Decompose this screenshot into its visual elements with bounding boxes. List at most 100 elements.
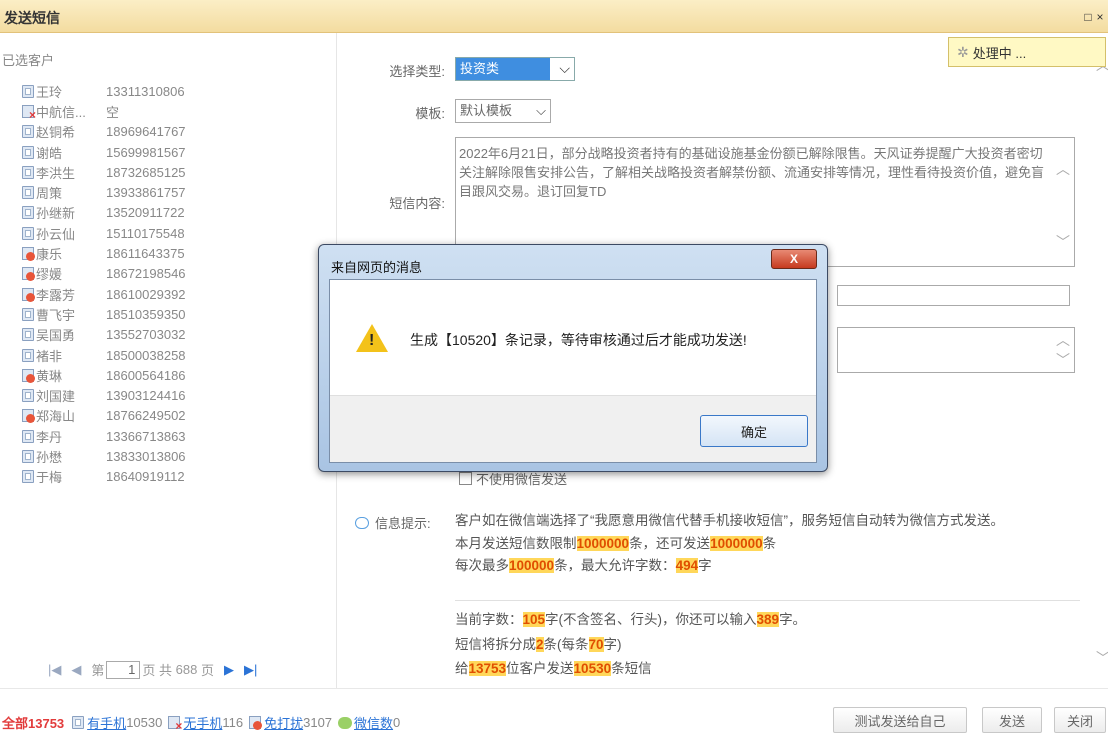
info-label-text: 信息提示: bbox=[375, 516, 431, 531]
no-phone-icon bbox=[168, 716, 182, 732]
last-page-icon[interactable]: ▶| bbox=[244, 662, 257, 678]
no-phone-stat[interactable]: 无手机116 bbox=[168, 713, 243, 732]
cur-chars-value: 105 bbox=[522, 612, 546, 627]
info-text: 客户如在微信端选择了“我愿意用微信代替手机接收短信”，服务短信自动转为微信方式发… bbox=[455, 510, 1004, 578]
customer-row[interactable]: 褚非 18500038258 bbox=[22, 345, 322, 365]
right-scrollbar[interactable]: ︿ ﹀ bbox=[1096, 33, 1108, 688]
customer-phone: 18672198546 bbox=[106, 266, 186, 282]
wechat-checkbox[interactable] bbox=[459, 472, 472, 485]
send-customers-value: 13753 bbox=[468, 661, 507, 676]
info-label: 信息提示: bbox=[355, 513, 431, 532]
prev-page-icon[interactable]: ◀ bbox=[71, 662, 81, 678]
scroll-up-icon[interactable]: ︿ bbox=[1056, 160, 1070, 179]
selected-customers-panel: 已选客户 王玲 13311310806 中航信... 空赵铜希 18969641767 谢… bbox=[0, 33, 336, 688]
phone-icon bbox=[22, 348, 34, 362]
scroll-down-icon[interactable]: ﹀ bbox=[1096, 648, 1108, 668]
customer-row[interactable]: 于梅 18640919112 bbox=[22, 467, 322, 487]
customer-row[interactable]: 缪媛 18672198546 bbox=[22, 264, 322, 284]
dialog-message: 生成【10520】条记录，等待审核通过后才能成功发送! bbox=[410, 332, 747, 348]
customer-name: 刘国建 bbox=[36, 389, 76, 405]
customer-name: 孙继新 bbox=[36, 206, 76, 222]
window-titlebar: 发送短信 □ × bbox=[0, 0, 1108, 33]
wechat-icon bbox=[338, 716, 353, 729]
customer-row[interactable]: 李洪生 18732685125 bbox=[22, 162, 322, 182]
send-button[interactable]: 发送 bbox=[982, 707, 1042, 733]
customer-phone: 13311310806 bbox=[106, 83, 185, 99]
do-not-disturb-icon bbox=[22, 267, 35, 282]
customer-row[interactable]: 郑海山 18766249502 bbox=[22, 406, 322, 426]
dialog-message-area: 生成【10520】条记录，等待审核通过后才能成功发送! bbox=[330, 280, 816, 395]
no-phone-link[interactable]: 无手机 bbox=[183, 713, 222, 732]
phone-icon bbox=[22, 165, 34, 179]
max-chars-value: 494 bbox=[675, 558, 699, 573]
do-not-disturb-icon bbox=[22, 247, 35, 262]
customer-name: 李洪生 bbox=[36, 165, 76, 181]
customer-row[interactable]: 中航信... 空 bbox=[22, 101, 322, 121]
customer-row[interactable]: 曹飞宇 18510359350 bbox=[22, 304, 322, 324]
all-count[interactable]: 全部13753 bbox=[2, 713, 64, 732]
no-disturb-link[interactable]: 免打扰 bbox=[264, 713, 303, 732]
window-title: 发送短信 bbox=[4, 10, 60, 26]
customer-row[interactable]: 黄琳 18600564186 bbox=[22, 365, 322, 385]
customer-phone: 18500038258 bbox=[106, 347, 186, 363]
send-summary-line: 给13753位客户发送10530条短信 bbox=[455, 661, 652, 676]
customer-row[interactable]: 赵铜希 18969641767 bbox=[22, 122, 322, 142]
remaining-chars-value: 389 bbox=[756, 612, 780, 627]
do-not-disturb-icon bbox=[22, 409, 35, 424]
test-send-button[interactable]: 测试发送给自己 bbox=[833, 707, 967, 733]
has-phone-stat[interactable]: 有手机 10530 bbox=[72, 713, 162, 732]
customer-name: 谢皓 bbox=[36, 145, 63, 161]
customer-row[interactable]: 吴国勇 13552703032 bbox=[22, 325, 322, 345]
phone-icon bbox=[22, 470, 34, 484]
maximize-icon[interactable]: □ bbox=[1082, 10, 1094, 24]
signature-input[interactable] bbox=[837, 285, 1070, 306]
customer-row[interactable]: 孙继新 13520911722 bbox=[22, 203, 322, 223]
char-count-line: 当前字数：105字(不含签名、行头)，你还可以输入389字。 bbox=[455, 612, 807, 627]
customer-phone: 13833013806 bbox=[106, 448, 186, 464]
processing-indicator: ✲ 处理中 ... bbox=[948, 37, 1106, 67]
first-page-icon[interactable]: |◀ bbox=[48, 662, 61, 678]
type-select[interactable]: 投资类 ⌵ bbox=[455, 57, 575, 81]
customer-row[interactable]: 孙懋 13833013806 bbox=[22, 446, 322, 466]
customer-name: 周策 bbox=[36, 186, 63, 202]
customer-row[interactable]: 孙云仙 15110175548 bbox=[22, 223, 322, 243]
next-page-icon[interactable]: ▶ bbox=[224, 662, 234, 678]
wechat-stat[interactable]: 微信数 0 bbox=[338, 713, 400, 732]
customer-name: 李露芳 bbox=[36, 287, 76, 303]
speech-bubble-icon bbox=[355, 516, 369, 529]
scroll-down-icon[interactable]: ﹀ bbox=[1056, 233, 1070, 252]
ok-button[interactable]: 确定 bbox=[700, 415, 808, 447]
alert-dialog: 来自网页的消息 X 生成【10520】条记录，等待审核通过后才能成功发送! 确定 bbox=[318, 244, 828, 472]
template-select-value: 默认模板 bbox=[460, 103, 513, 118]
customer-row[interactable]: 王玲 13311310806 bbox=[22, 81, 322, 101]
close-icon[interactable]: × bbox=[1094, 10, 1106, 24]
customer-row[interactable]: 李丹 13366713863 bbox=[22, 426, 322, 446]
no-disturb-stat[interactable]: 免打扰 3107 bbox=[249, 713, 332, 732]
scroll-up-icon[interactable]: ︿ bbox=[1056, 330, 1070, 350]
scroll-down-icon[interactable]: ﹀ bbox=[1056, 350, 1070, 370]
customer-row[interactable]: 谢皓 15699981567 bbox=[22, 142, 322, 162]
do-not-disturb-icon bbox=[22, 368, 35, 383]
customer-name: 缪媛 bbox=[36, 267, 63, 283]
customer-row[interactable]: 康乐 18611643375 bbox=[22, 243, 322, 263]
customer-row[interactable]: 李露芳 18610029392 bbox=[22, 284, 322, 304]
dialog-close-button[interactable]: X bbox=[771, 249, 817, 269]
customer-phone: 18732685125 bbox=[106, 164, 186, 180]
customer-row[interactable]: 周策 13933861757 bbox=[22, 182, 322, 202]
customer-phone: 18610029392 bbox=[106, 286, 186, 302]
phone-icon bbox=[22, 145, 34, 159]
template-select[interactable]: 默认模板 ⌵ bbox=[455, 99, 551, 123]
wechat-link[interactable]: 微信数 bbox=[354, 713, 393, 732]
close-button[interactable]: 关闭 bbox=[1054, 707, 1106, 733]
page-input[interactable]: 1 bbox=[106, 660, 141, 679]
customer-name: 孙云仙 bbox=[36, 226, 76, 242]
extra-textarea[interactable]: ︿ ﹀ bbox=[837, 327, 1075, 373]
customer-row[interactable]: 刘国建 13903124416 bbox=[22, 385, 322, 405]
sms-content-text: 2022年6月21日，部分战略投资者持有的基础设施基金份额已解除限售。天风证券提… bbox=[459, 146, 1045, 199]
no-phone-icon bbox=[22, 104, 36, 121]
has-phone-link[interactable]: 有手机 bbox=[87, 713, 126, 732]
per-send-max-value: 100000 bbox=[509, 558, 555, 573]
customer-phone: 18766249502 bbox=[106, 408, 186, 424]
wechat-info-line: 客户如在微信端选择了“我愿意用微信代替手机接收短信”，服务短信自动转为微信方式发… bbox=[455, 513, 1004, 528]
customer-phone: 18640919112 bbox=[106, 469, 185, 485]
